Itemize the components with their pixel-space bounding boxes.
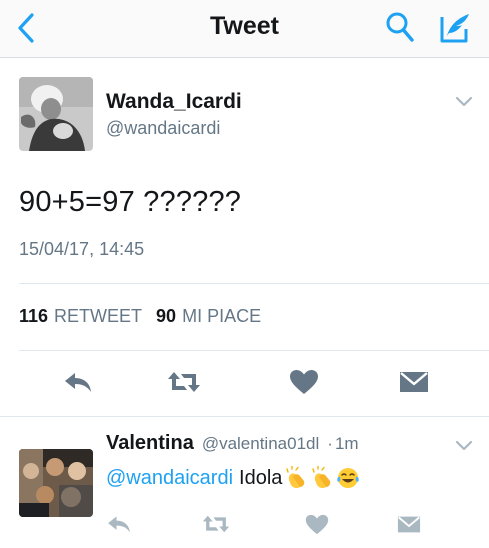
tweet-text: 90+5=97 ?????? [19,186,242,218]
retweets-stat[interactable]: 116 RETWEET [19,306,142,327]
navigation-bar: Tweet [0,0,489,58]
reply-body: Idola [239,466,283,489]
direct-message-icon [400,372,428,392]
tweet-timestamp: 15/04/17, 14:45 [19,239,145,259]
like-heart-icon [305,514,329,534]
chevron-down-icon [455,96,473,107]
reply-text: @wandaicardi Idola [106,466,360,490]
search-button[interactable] [383,9,417,45]
tweet-action-bar [0,362,489,402]
reply-emojis [284,466,360,490]
avatar[interactable] [19,77,93,151]
likes-label: MI PIACE [182,306,262,326]
reply-button[interactable] [104,504,134,544]
compose-tweet-icon [440,14,469,43]
chevron-down-icon [455,440,473,451]
reply-time: 1m [334,434,359,453]
reply-tweet[interactable]: Valentina @valentina01dl · 1m @wandaicar… [0,418,489,548]
direct-message-button[interactable] [394,504,424,544]
reply-icon [108,516,130,533]
retweets-label: RETWEET [54,306,143,326]
tears-of-joy-emoji [337,468,360,488]
likes-stat[interactable]: 90 MI PIACE [156,306,261,327]
tweet-stats: 116 RETWEET 90 MI PIACE [19,306,261,327]
profile-photo-wanda [19,77,93,151]
reply-button[interactable] [60,362,96,402]
reply-mention-link[interactable]: @wandaicardi [106,467,233,490]
clapping-hands-emoji [312,466,331,489]
direct-message-icon [397,516,421,532]
retweet-button[interactable] [166,362,202,402]
like-heart-icon [290,370,318,394]
retweet-icon [168,372,200,392]
back-button[interactable] [8,8,44,48]
reply-options-button[interactable] [452,436,476,456]
tweet-options-button[interactable] [452,92,476,112]
clapping-hands-emoji [286,466,305,489]
like-button[interactable] [286,362,322,402]
retweet-icon [202,515,230,533]
reply-action-bar [0,504,489,544]
author-name[interactable]: Wanda_Icardi [106,90,242,114]
reply-time-separator: · [327,434,333,453]
reply-icon [65,373,91,392]
divider [19,350,489,351]
retweet-button[interactable] [200,504,232,544]
reply-header: Valentina @valentina01dl · 1m [106,432,359,455]
chevron-left-icon [18,13,34,43]
reply-author-handle[interactable]: @valentina01dl [202,434,319,454]
compose-tweet-button[interactable] [436,9,474,47]
likes-count: 90 [156,306,177,326]
divider [0,416,489,417]
search-icon [386,12,414,42]
like-button[interactable] [302,504,332,544]
author-handle[interactable]: @wandaicardi [106,118,220,139]
direct-message-button[interactable] [396,362,432,402]
divider [19,283,489,284]
reply-author-name[interactable]: Valentina [106,432,194,455]
retweets-count: 116 [19,306,49,326]
